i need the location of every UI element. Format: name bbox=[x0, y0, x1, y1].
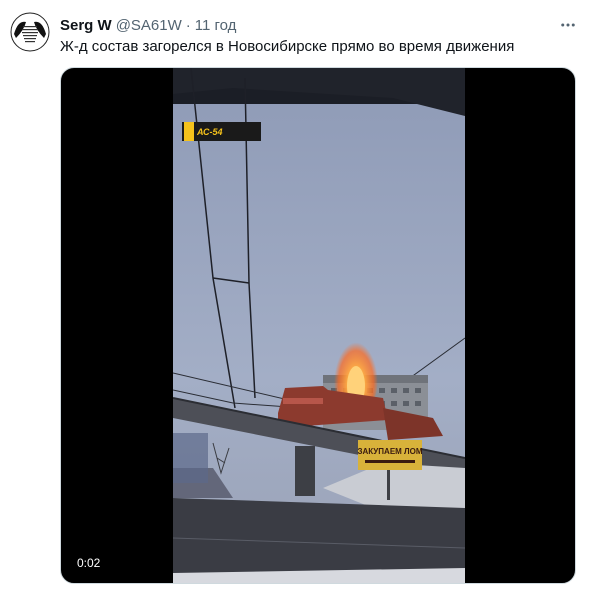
more-options-icon bbox=[561, 23, 575, 27]
avatar-icon bbox=[10, 12, 50, 52]
tweet: Serg W @SA61W · 11 год Ж-д состав загоре… bbox=[0, 0, 591, 593]
tweet-header: Serg W @SA61W · 11 год bbox=[60, 15, 236, 35]
video-thumbnail: ЗАКУПАЕМ ЛОМ bbox=[173, 68, 465, 583]
watermark-text: АС-54 bbox=[197, 126, 223, 137]
more-options-button[interactable] bbox=[556, 13, 580, 37]
tweet-text: Ж-д состав загорелся в Новосибирске прям… bbox=[60, 38, 515, 55]
channel-watermark: АС-54 bbox=[182, 122, 261, 141]
video-frame: ЗАКУПАЕМ ЛОМ bbox=[173, 68, 465, 583]
billboard-text: ЗАКУПАЕМ ЛОМ bbox=[357, 447, 422, 456]
watermark-logo-icon bbox=[184, 122, 194, 141]
separator-dot: · bbox=[185, 16, 191, 34]
author-name[interactable]: Serg W bbox=[60, 17, 112, 34]
author-handle[interactable]: @SA61W bbox=[116, 17, 182, 34]
tweet-timestamp[interactable]: 11 год bbox=[195, 17, 237, 34]
video-duration: 0:02 bbox=[73, 554, 105, 572]
video-player[interactable]: ЗАКУПАЕМ ЛОМ АС-54 0:02 bbox=[60, 67, 576, 584]
avatar[interactable] bbox=[10, 12, 50, 52]
